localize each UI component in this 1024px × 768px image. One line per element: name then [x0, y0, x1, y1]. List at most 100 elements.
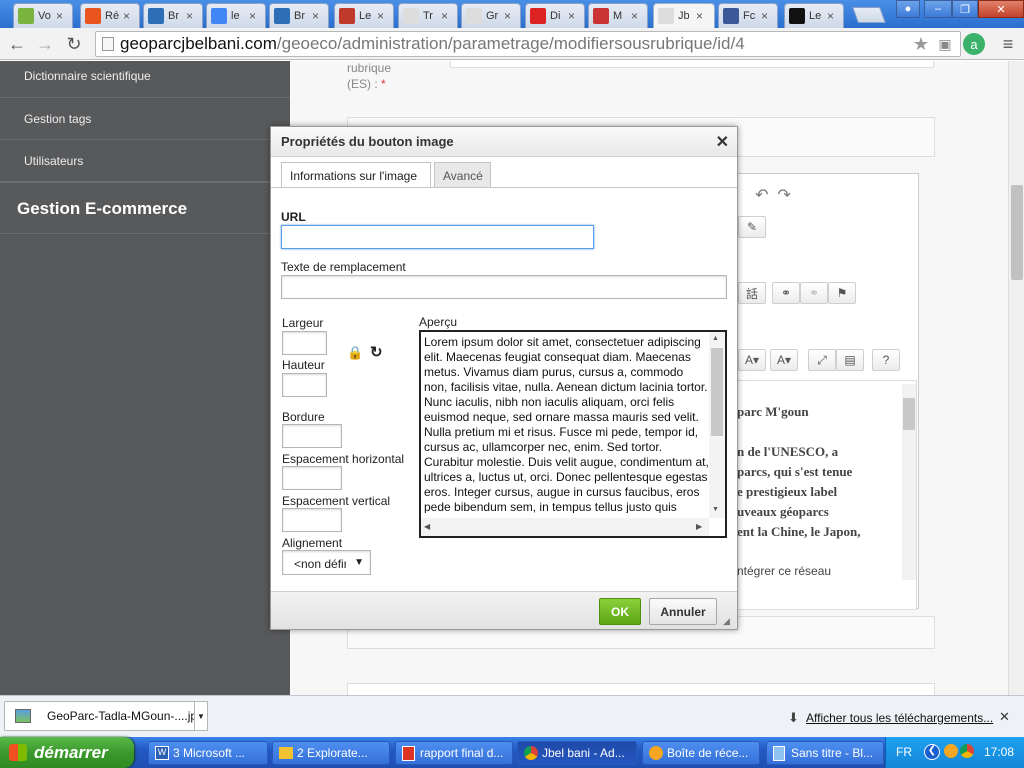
new-tab-button[interactable]	[852, 7, 886, 23]
reset-size-icon[interactable]: ↻	[370, 343, 383, 361]
tray-chrome-icon[interactable]	[960, 744, 974, 758]
close-window-button[interactable]: ✕	[978, 0, 1024, 18]
bookmark-star-icon[interactable]: ★	[909, 32, 933, 56]
tab-close-icon[interactable]: ×	[696, 9, 703, 23]
sidebar-item-tags[interactable]: Gestion tags	[0, 98, 290, 140]
input-field-behind[interactable]	[450, 61, 934, 68]
tab-favicon-icon	[18, 8, 34, 24]
close-icon[interactable]: ✕	[716, 132, 729, 152]
page-scrollbar[interactable]	[1008, 61, 1024, 695]
url-field[interactable]	[281, 225, 594, 249]
unlink-icon[interactable]: ⚭	[800, 282, 828, 304]
show-blocks-icon[interactable]: ▤	[836, 349, 864, 371]
start-button[interactable]: démarrer	[0, 737, 134, 768]
taskbar-item-mail[interactable]: Boîte de réce...	[642, 741, 760, 765]
vspace-field[interactable]	[282, 508, 342, 532]
tray-chevron-icon[interactable]: ❮	[924, 744, 940, 760]
tab-close-icon[interactable]: ×	[377, 9, 384, 23]
taskbar-item-pdf[interactable]: rapport final d...	[395, 741, 513, 765]
browser-tab[interactable]: Gr ×	[461, 3, 521, 28]
tab-close-icon[interactable]: ×	[827, 9, 834, 23]
download-item[interactable]: GeoParc-Tadla-MGoun-....jpg	[4, 701, 208, 731]
browser-tab[interactable]: Fc ×	[718, 3, 778, 28]
tray-mail-icon[interactable]	[944, 744, 958, 758]
text-color-icon[interactable]: A▾	[738, 349, 766, 371]
align-select[interactable]: <non défini> ▼	[282, 550, 371, 575]
sidebar-heading-ecommerce[interactable]: Gestion E-commerce	[17, 199, 187, 219]
tab-close-icon[interactable]: ×	[123, 9, 130, 23]
maximize-icon[interactable]: ⤢	[808, 349, 836, 371]
help-icon[interactable]: ?	[872, 349, 900, 371]
taskbar-item-notepad[interactable]: Sans titre - Bl...	[766, 741, 884, 765]
minimize-button[interactable]: –	[924, 0, 952, 18]
taskbar-item-word[interactable]: W 3 Microsoft ...	[148, 741, 268, 765]
anchor-flag-icon[interactable]: ⚑	[828, 282, 856, 304]
width-field[interactable]	[282, 331, 327, 355]
browser-tab[interactable]: Di ×	[525, 3, 585, 28]
link-icon[interactable]: ⚭	[772, 282, 800, 304]
border-field[interactable]	[282, 424, 342, 448]
browser-tab[interactable]: Br ×	[269, 3, 329, 28]
forward-icon[interactable]: →	[33, 32, 57, 56]
page-scrollbar-thumb[interactable]	[1011, 185, 1023, 280]
browser-tab-strip: Vo × Ré × Br × le × Br × Le × Tr × Gr × Di × M × Jb × Fc × Le × ●…	[0, 0, 1024, 28]
lock-ratio-icon[interactable]: 🔒	[347, 345, 363, 361]
tab-advanced[interactable]: Avancé	[434, 162, 491, 187]
notepad-icon	[773, 746, 785, 761]
preview-horizontal-scrollbar[interactable]: ◀ ▶	[421, 518, 709, 536]
browser-tab[interactable]: Le ×	[334, 3, 394, 28]
browser-tab[interactable]: le ×	[206, 3, 266, 28]
restore-button[interactable]: ❐	[952, 0, 978, 18]
hspace-field[interactable]	[282, 466, 342, 490]
back-icon[interactable]: ←	[5, 32, 29, 56]
remove-format-icon[interactable]: ✎	[738, 216, 766, 238]
extension-icon[interactable]: ▣	[933, 32, 957, 56]
address-bar[interactable]: geoparcjbelbani.com/geoeco/administratio…	[95, 31, 961, 57]
resize-handle-icon[interactable]: ◢	[723, 616, 730, 627]
required-marker: *	[381, 77, 386, 91]
tab-close-icon[interactable]: ×	[312, 9, 319, 23]
sidebar-item-dictionnaire[interactable]: Dictionnaire scientifique	[0, 61, 290, 98]
language-icon[interactable]: 話	[738, 282, 766, 304]
tab-close-icon[interactable]: ×	[761, 9, 768, 23]
menu-icon[interactable]: ≡	[996, 32, 1020, 56]
browser-tab[interactable]: M ×	[588, 3, 648, 28]
browser-tab[interactable]: Vo ×	[13, 3, 73, 28]
mail-icon	[649, 746, 663, 760]
download-options-chevron-icon[interactable]: ▼	[194, 701, 208, 731]
tab-close-icon[interactable]: ×	[56, 9, 63, 23]
browser-tab[interactable]: Jb ×	[653, 3, 715, 28]
cancel-button[interactable]: Annuler	[649, 598, 717, 625]
preview-vertical-scrollbar[interactable]: ▲ ▼	[709, 332, 725, 518]
taskbar-item-chrome[interactable]: Jbel bani - Ad...	[517, 741, 637, 765]
language-indicator[interactable]: FR	[896, 745, 912, 759]
tab-favicon-icon	[85, 8, 101, 24]
user-icon[interactable]: ●	[896, 0, 920, 18]
ok-button[interactable]: OK	[599, 598, 641, 625]
dialog-header[interactable]: Propriétés du bouton image ✕	[271, 127, 737, 157]
tab-close-icon[interactable]: ×	[504, 9, 511, 23]
show-all-downloads-link[interactable]: Afficher tous les téléchargements...	[806, 711, 993, 725]
reload-icon[interactable]: ↻	[62, 32, 86, 56]
tab-close-icon[interactable]: ×	[631, 9, 638, 23]
taskbar-item-explorer[interactable]: 2 Explorate...	[272, 741, 390, 765]
tab-close-icon[interactable]: ×	[568, 9, 575, 23]
sidebar-item-utilisateurs[interactable]: Utilisateurs	[0, 140, 290, 183]
browser-tab[interactable]: Le ×	[784, 3, 844, 28]
height-field[interactable]	[282, 373, 327, 397]
editor-scrollbar[interactable]	[902, 384, 916, 580]
grammarly-icon[interactable]: a	[963, 33, 985, 55]
alt-text-field[interactable]	[281, 275, 727, 299]
bg-color-icon[interactable]: A▾	[770, 349, 798, 371]
tab-close-icon[interactable]: ×	[186, 9, 193, 23]
tab-close-icon[interactable]: ×	[441, 9, 448, 23]
browser-tab[interactable]: Br ×	[143, 3, 203, 28]
browser-tab[interactable]: Tr ×	[398, 3, 458, 28]
browser-tab[interactable]: Ré ×	[80, 3, 140, 28]
pdf-icon	[402, 746, 415, 761]
tab-close-icon[interactable]: ×	[249, 9, 256, 23]
close-download-bar-icon[interactable]: ✕	[999, 709, 1010, 725]
editor-text-line: parc M'goun	[737, 404, 809, 419]
tab-image-info[interactable]: Informations sur l'image	[281, 162, 431, 188]
undo-redo-icons[interactable]: ↶ ↷	[742, 184, 804, 206]
